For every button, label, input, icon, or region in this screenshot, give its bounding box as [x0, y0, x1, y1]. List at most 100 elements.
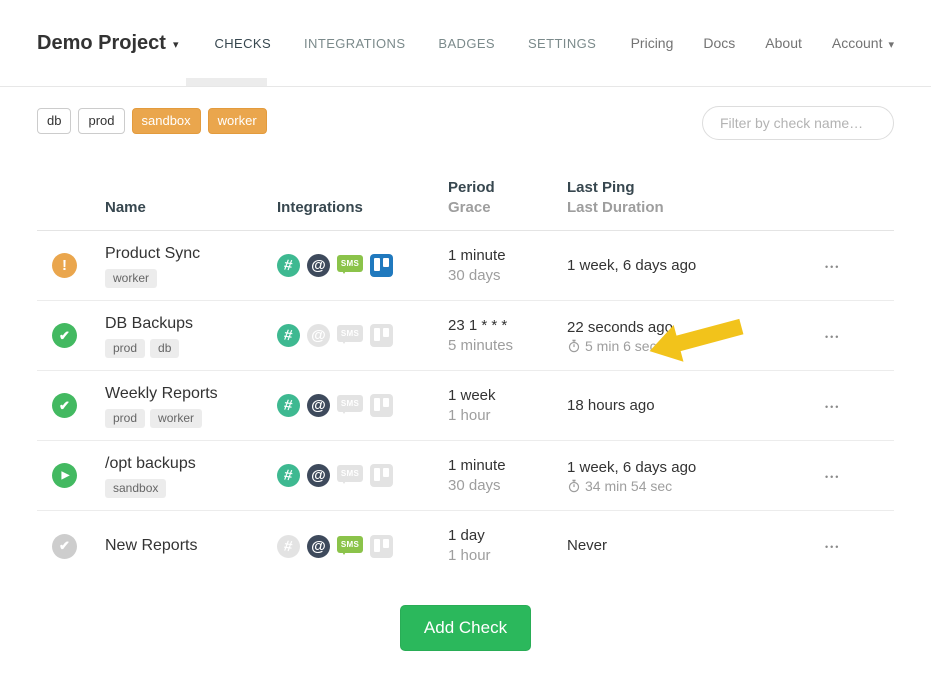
table-row: New Reports # @ SMS 1 day 1 hour Never •…	[37, 511, 894, 581]
check-name[interactable]: New Reports	[105, 536, 277, 556]
last-duration: 5 min 6 sec	[567, 338, 810, 354]
grace-value: 5 minutes	[448, 336, 567, 356]
header-name: Name	[105, 198, 277, 218]
grace-value: 1 hour	[448, 546, 567, 566]
stopwatch-icon	[567, 479, 581, 493]
check-tag: prod	[105, 409, 145, 428]
grace-value: 1 hour	[448, 406, 567, 426]
check-tag: db	[150, 339, 179, 358]
nav-about[interactable]: About	[765, 35, 802, 51]
status-icon-up	[52, 323, 77, 348]
email-icon: @	[307, 254, 330, 277]
chevron-down-icon: ▾	[173, 35, 179, 51]
top-nav: Demo Project ▾ CHECKS INTEGRATIONS BADGE…	[0, 0, 931, 87]
trello-icon	[370, 535, 393, 558]
table-header: Name Integrations Period Grace Last Ping…	[37, 164, 894, 231]
tab-checks[interactable]: CHECKS	[214, 36, 271, 51]
sms-icon: SMS	[337, 536, 363, 553]
account-menu[interactable]: Account ▾	[832, 35, 894, 51]
check-tag: sandbox	[105, 479, 166, 498]
nav-pricing[interactable]: Pricing	[631, 35, 674, 51]
last-duration: 34 min 54 sec	[567, 478, 810, 494]
grace-value: 30 days	[448, 266, 567, 286]
tag-filter-group: db prod sandbox worker	[37, 108, 267, 134]
sms-icon: SMS	[337, 255, 363, 272]
table-row: /opt backups sandbox # @ SMS 1 minute 30…	[37, 441, 894, 511]
trello-icon	[370, 394, 393, 417]
main-tabs: CHECKS INTEGRATIONS BADGES SETTINGS	[214, 36, 596, 51]
last-ping-value: 22 seconds ago	[567, 318, 810, 338]
active-tab-indicator	[186, 78, 267, 86]
slack-icon: #	[277, 394, 300, 417]
add-check-button[interactable]: Add Check	[400, 605, 531, 651]
row-menu-button[interactable]: •••	[825, 542, 840, 552]
status-icon-late	[52, 253, 77, 278]
tab-settings[interactable]: SETTINGS	[528, 36, 596, 51]
table-row: Product Sync worker # @ SMS 1 minute 30 …	[37, 231, 894, 301]
row-menu-button[interactable]: •••	[825, 262, 840, 272]
status-icon-new	[52, 534, 77, 559]
nav-docs[interactable]: Docs	[703, 35, 735, 51]
project-switcher[interactable]: Demo Project ▾	[37, 32, 178, 55]
last-ping-value: 18 hours ago	[567, 396, 810, 416]
period-value: 1 minute	[448, 456, 567, 476]
header-grace: Grace	[448, 198, 567, 218]
tag-filter-db[interactable]: db	[37, 108, 71, 134]
stopwatch-icon	[567, 339, 581, 353]
trello-icon	[370, 464, 393, 487]
last-duration-value: 34 min 54 sec	[585, 478, 672, 494]
email-icon: @	[307, 324, 330, 347]
check-name[interactable]: Product Sync	[105, 244, 277, 264]
sms-icon: SMS	[337, 395, 363, 412]
grace-value: 30 days	[448, 476, 567, 496]
slack-icon: #	[277, 535, 300, 558]
header-last-ping: Last Ping	[567, 178, 810, 198]
row-menu-button[interactable]: •••	[825, 332, 840, 342]
tag-filter-worker[interactable]: worker	[208, 108, 267, 134]
check-tag: prod	[105, 339, 145, 358]
project-name: Demo Project	[37, 32, 166, 55]
search-input[interactable]	[702, 106, 894, 140]
check-name[interactable]: DB Backups	[105, 314, 277, 334]
account-label: Account	[832, 35, 883, 51]
tab-badges[interactable]: BADGES	[438, 36, 495, 51]
slack-icon: #	[277, 464, 300, 487]
tag-filter-sandbox[interactable]: sandbox	[132, 108, 201, 134]
tab-integrations[interactable]: INTEGRATIONS	[304, 36, 405, 51]
sms-icon: SMS	[337, 465, 363, 482]
last-ping-value: 1 week, 6 days ago	[567, 458, 810, 478]
slack-icon: #	[277, 254, 300, 277]
check-name[interactable]: Weekly Reports	[105, 384, 277, 404]
period-value: 23 1 * * *	[448, 316, 567, 336]
row-menu-button[interactable]: •••	[825, 402, 840, 412]
checks-page: Demo Project ▾ CHECKS INTEGRATIONS BADGE…	[0, 0, 931, 675]
last-duration-value: 5 min 6 sec	[585, 338, 657, 354]
period-value: 1 day	[448, 526, 567, 546]
table-row: Weekly Reports prod worker # @ SMS 1 wee…	[37, 371, 894, 441]
checks-table: Name Integrations Period Grace Last Ping…	[37, 164, 894, 581]
chevron-down-icon: ▾	[888, 35, 894, 51]
header-integrations: Integrations	[277, 198, 363, 218]
email-icon: @	[307, 535, 330, 558]
trello-icon	[370, 254, 393, 277]
row-menu-button[interactable]: •••	[825, 472, 840, 482]
period-value: 1 minute	[448, 246, 567, 266]
trello-icon	[370, 324, 393, 347]
check-name[interactable]: /opt backups	[105, 454, 277, 474]
header-period: Period	[448, 178, 567, 198]
email-icon: @	[307, 394, 330, 417]
period-value: 1 week	[448, 386, 567, 406]
last-ping-value: 1 week, 6 days ago	[567, 256, 810, 276]
table-row: DB Backups prod db # @ SMS 23 1 * * * 5 …	[37, 301, 894, 371]
sms-icon: SMS	[337, 325, 363, 342]
status-icon-started	[52, 463, 77, 488]
last-ping-value: Never	[567, 536, 810, 556]
check-tag: worker	[150, 409, 202, 428]
filter-bar: db prod sandbox worker	[0, 87, 931, 140]
tag-filter-prod[interactable]: prod	[78, 108, 124, 134]
check-tag: worker	[105, 269, 157, 288]
status-icon-up	[52, 393, 77, 418]
slack-icon: #	[277, 324, 300, 347]
email-icon: @	[307, 464, 330, 487]
header-last-duration: Last Duration	[567, 198, 810, 218]
